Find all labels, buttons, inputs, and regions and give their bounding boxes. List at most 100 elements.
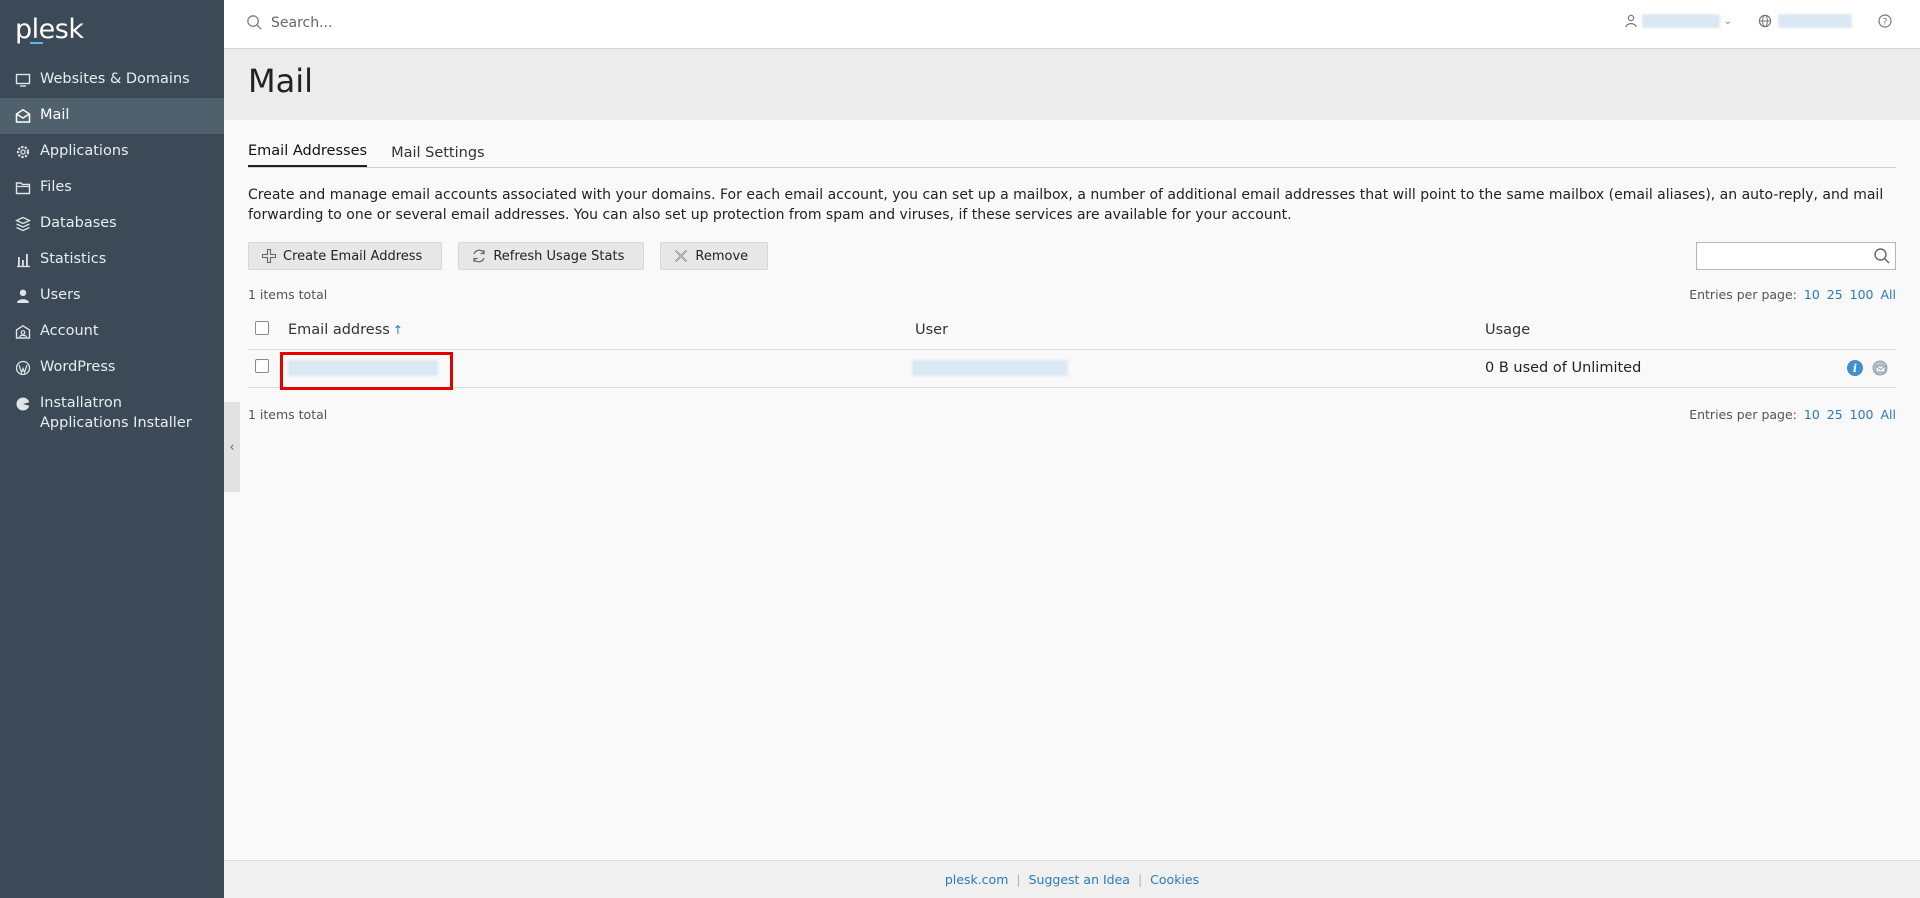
account-icon xyxy=(15,324,31,340)
sidebar: plesk Websites & Domains Mail Applicatio… xyxy=(0,0,224,898)
help-icon: ? xyxy=(1878,14,1892,28)
footer-link-cookies[interactable]: Cookies xyxy=(1150,872,1199,887)
sidebar-item-label: WordPress xyxy=(40,359,116,375)
list-meta-bottom: 1 items total Entries per page: 10 25 10… xyxy=(248,407,1896,425)
row-actions: i xyxy=(1825,360,1896,376)
sidebar-item-label: Files xyxy=(40,179,72,195)
remove-icon xyxy=(675,249,688,263)
sort-ascending-icon: ↑ xyxy=(392,323,403,338)
column-email-address[interactable]: Email address ↑ xyxy=(288,312,915,350)
sidebar-item-databases[interactable]: Databases xyxy=(0,206,224,242)
subscription-redacted xyxy=(1778,14,1852,28)
table-row: 0 B used of Unlimited i xyxy=(248,349,1896,390)
sidebar-item-installatron[interactable]: Installatron Applications Installer xyxy=(0,386,224,442)
plesk-logo[interactable]: plesk xyxy=(0,0,224,62)
email-table: Email address ↑ User Usage 0 B used of Un… xyxy=(248,312,1896,390)
mail-icon xyxy=(15,108,31,124)
create-email-address-button[interactable]: Create Email Address xyxy=(248,242,443,270)
search-icon xyxy=(247,15,262,30)
folder-icon xyxy=(15,180,31,196)
sidebar-item-label: Users xyxy=(40,287,81,303)
footer-link-plesk[interactable]: plesk.com xyxy=(945,872,1009,887)
select-all-checkbox[interactable] xyxy=(255,321,269,336)
sidebar-item-mail[interactable]: Mail xyxy=(0,98,224,134)
globe-icon xyxy=(1758,14,1772,28)
sidebar-item-websites-domains[interactable]: Websites & Domains xyxy=(0,62,224,98)
gear-icon xyxy=(15,144,31,160)
sidebar-item-label: Databases xyxy=(40,215,117,231)
webmail-icon[interactable] xyxy=(1872,360,1888,376)
sidebar-item-users[interactable]: Users xyxy=(0,278,224,314)
items-total: 1 items total xyxy=(248,287,328,302)
list-search-input[interactable] xyxy=(1697,243,1867,269)
username-redacted xyxy=(1641,14,1720,28)
refresh-icon xyxy=(473,249,485,263)
table-header-row: Email address ↑ User Usage xyxy=(248,312,1896,350)
sidebar-item-account[interactable]: Account xyxy=(0,314,224,350)
page-title: Mail xyxy=(248,62,313,100)
user-icon xyxy=(1625,14,1637,28)
top-right-controls: ⌄ ? xyxy=(1598,14,1892,28)
svg-text:?: ? xyxy=(1883,17,1888,27)
subscription-selector[interactable] xyxy=(1758,14,1852,28)
entries-option-all[interactable]: All xyxy=(1881,287,1897,302)
column-user[interactable]: User xyxy=(915,312,1485,350)
chevron-down-icon: ⌄ xyxy=(1723,15,1732,27)
installatron-icon xyxy=(15,396,31,412)
bar-chart-icon xyxy=(15,252,31,268)
footer-link-suggest-idea[interactable]: Suggest an Idea xyxy=(1029,872,1130,887)
user-redacted xyxy=(912,360,1068,376)
sidebar-item-label: Statistics xyxy=(40,251,107,267)
sidebar-item-label: Installatron Applications Installer xyxy=(40,395,192,431)
sidebar-item-label: Websites & Domains xyxy=(40,71,190,87)
main-content: Email Addresses Mail Settings Create and… xyxy=(248,120,1896,425)
top-bar: ⌄ ? xyxy=(224,0,1920,49)
entries-per-page: Entries per page: 10 25 100 All xyxy=(1689,406,1897,422)
user-icon xyxy=(15,288,31,304)
entries-option-100[interactable]: 100 xyxy=(1850,287,1874,302)
info-icon[interactable]: i xyxy=(1847,360,1863,376)
tab-email-addresses[interactable]: Email Addresses xyxy=(248,143,368,167)
page-header: Mail xyxy=(224,50,1920,120)
sidebar-item-statistics[interactable]: Statistics xyxy=(0,242,224,278)
user-cell xyxy=(912,349,1485,388)
sidebar-item-applications[interactable]: Applications xyxy=(0,134,224,170)
wordpress-icon xyxy=(15,360,31,376)
sidebar-item-label: Mail xyxy=(40,107,70,123)
remove-button[interactable]: Remove xyxy=(660,242,769,270)
sidebar-item-wordpress[interactable]: WordPress xyxy=(0,350,224,386)
entries-option-10[interactable]: 10 xyxy=(1804,407,1820,422)
column-usage[interactable]: Usage xyxy=(1485,312,1825,350)
tab-mail-settings[interactable]: Mail Settings xyxy=(391,145,485,167)
sidebar-item-label: Applications xyxy=(40,143,129,159)
search-icon[interactable] xyxy=(1873,247,1891,265)
user-menu[interactable]: ⌄ xyxy=(1624,14,1732,28)
highlight-box xyxy=(280,351,453,390)
footer: plesk.com | Suggest an Idea | Cookies xyxy=(224,860,1920,898)
entries-option-10[interactable]: 10 xyxy=(1804,287,1820,302)
items-total: 1 items total xyxy=(248,406,328,422)
list-meta-top: 1 items total Entries per page: 10 25 10… xyxy=(248,287,1896,305)
entries-option-100[interactable]: 100 xyxy=(1850,407,1874,422)
email-address-cell xyxy=(280,349,915,390)
plus-icon xyxy=(261,248,277,264)
list-search-box xyxy=(1696,242,1896,270)
entries-per-page: Entries per page: 10 25 100 All xyxy=(1689,287,1897,302)
entries-option-all[interactable]: All xyxy=(1881,407,1897,422)
refresh-usage-stats-button[interactable]: Refresh Usage Stats xyxy=(458,242,645,270)
tab-bar: Email Addresses Mail Settings xyxy=(248,120,1896,168)
sidebar-collapse-handle[interactable]: ‹ xyxy=(224,402,240,492)
entries-option-25[interactable]: 25 xyxy=(1827,287,1843,302)
page-description: Create and manage email accounts associa… xyxy=(248,187,1884,223)
list-toolbar: Create Email Address Refresh Usage Stats… xyxy=(248,242,1896,270)
chevron-left-icon: ‹ xyxy=(229,439,235,455)
help-button[interactable]: ? xyxy=(1878,14,1892,28)
sidebar-item-files[interactable]: Files xyxy=(0,170,224,206)
monitor-icon xyxy=(15,72,31,88)
search-input[interactable] xyxy=(271,14,671,31)
global-search xyxy=(246,14,671,31)
entries-option-25[interactable]: 25 xyxy=(1827,407,1843,422)
footer-separator: | xyxy=(1137,872,1143,887)
row-checkbox[interactable] xyxy=(255,359,269,373)
footer-separator: | xyxy=(1016,872,1021,887)
